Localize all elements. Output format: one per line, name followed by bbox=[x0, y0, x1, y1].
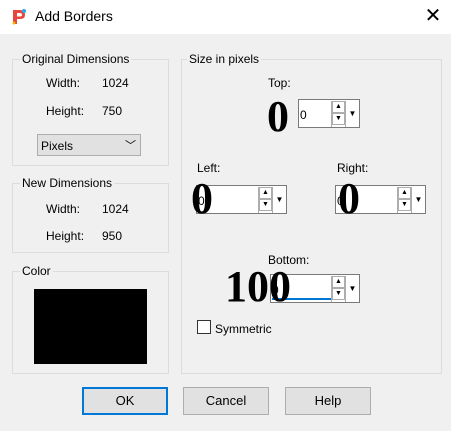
original-height-label: Height: bbox=[46, 104, 85, 118]
help-button[interactable]: Help bbox=[285, 387, 371, 415]
original-width-value: 1024 bbox=[102, 76, 129, 90]
unit-dropdown-value: Pixels bbox=[41, 139, 74, 153]
right-label: Right: bbox=[337, 161, 369, 175]
new-dimensions-group bbox=[12, 183, 169, 253]
color-swatch[interactable] bbox=[34, 289, 147, 364]
right-dropdown-arrow-icon[interactable]: ▼ bbox=[411, 187, 425, 213]
new-height-label: Height: bbox=[46, 229, 85, 243]
top-down-arrow-icon[interactable]: ▼ bbox=[332, 113, 345, 125]
new-dimensions-legend: New Dimensions bbox=[20, 176, 115, 190]
size-in-pixels-legend: Size in pixels bbox=[187, 52, 262, 66]
window-title: Add Borders bbox=[35, 8, 113, 24]
right-big-value: 0 bbox=[338, 174, 360, 223]
original-height-value: 750 bbox=[102, 104, 123, 118]
top-spinbox[interactable]: 0 ▲ ▼ ▼ bbox=[298, 99, 360, 128]
bottom-dropdown-arrow-icon[interactable]: ▼ bbox=[345, 276, 359, 302]
top-value: 0 bbox=[300, 108, 307, 122]
original-width-label: Width: bbox=[46, 76, 81, 90]
left-up-arrow-icon[interactable]: ▲ bbox=[259, 187, 272, 199]
bottom-up-arrow-icon[interactable]: ▲ bbox=[332, 276, 345, 288]
close-icon[interactable]: ✕ bbox=[424, 6, 442, 26]
symmetric-checkbox[interactable] bbox=[197, 320, 211, 334]
new-height-value: 950 bbox=[102, 229, 123, 243]
top-dropdown-arrow-icon[interactable]: ▼ bbox=[345, 101, 359, 127]
bottom-big-value: 100 bbox=[225, 262, 291, 311]
left-dropdown-arrow-icon[interactable]: ▼ bbox=[272, 187, 286, 213]
right-down-arrow-icon[interactable]: ▼ bbox=[398, 199, 411, 211]
symmetric-label[interactable]: Symmetric bbox=[215, 322, 272, 336]
new-width-value: 1024 bbox=[102, 202, 129, 216]
new-width-label: Width: bbox=[46, 202, 81, 216]
ok-button[interactable]: OK bbox=[82, 387, 168, 415]
original-dimensions-legend: Original Dimensions bbox=[20, 52, 132, 66]
top-label: Top: bbox=[268, 76, 291, 90]
bottom-down-arrow-icon[interactable]: ▼ bbox=[332, 288, 345, 300]
cancel-button[interactable]: Cancel bbox=[183, 387, 269, 415]
left-down-arrow-icon[interactable]: ▼ bbox=[259, 199, 272, 211]
left-big-value: 0 bbox=[191, 174, 213, 223]
color-legend: Color bbox=[20, 264, 53, 278]
top-up-arrow-icon[interactable]: ▲ bbox=[332, 101, 345, 113]
chevron-down-icon: ﹀ bbox=[125, 140, 136, 152]
left-label: Left: bbox=[197, 161, 221, 175]
app-logo-icon bbox=[10, 8, 28, 26]
top-big-value: 0 bbox=[267, 92, 289, 141]
right-up-arrow-icon[interactable]: ▲ bbox=[398, 187, 411, 199]
unit-dropdown[interactable]: Pixels ﹀ bbox=[37, 134, 141, 156]
